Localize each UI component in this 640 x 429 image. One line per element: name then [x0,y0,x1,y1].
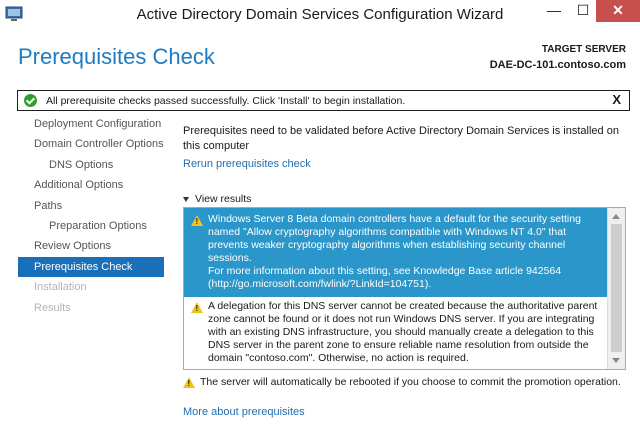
results-scrollbar[interactable] [607,208,625,369]
scroll-up-icon[interactable] [612,214,620,219]
reboot-warning-text: The server will automatically be reboote… [200,376,621,388]
intro-text: Prerequisites need to be validated befor… [183,125,619,152]
expand-arrow-icon [183,196,189,202]
results-list: Windows Server 8 Beta domain controllers… [183,207,626,370]
result-item[interactable]: Windows Server 8 Beta domain controllers… [184,208,607,297]
result-item[interactable]: A delegation for this DNS server cannot … [184,298,607,369]
target-server-label: TARGET SERVER [541,44,626,55]
nav-installation: Installation [34,281,87,294]
wizard-nav: Deployment Configuration Domain Controll… [18,114,164,318]
banner-close-button[interactable]: X [612,92,621,107]
scroll-thumb[interactable] [611,224,622,352]
nav-paths[interactable]: Paths [18,196,164,216]
warning-icon [191,215,203,226]
nav-additional-options[interactable]: Additional Options [18,175,164,195]
result-text: Windows Server 8 Beta domain controllers… [208,213,581,264]
nav-results: Results [34,301,71,314]
close-button[interactable]: ✕ [596,0,640,22]
nav-preparation-options[interactable]: Preparation Options [18,216,164,236]
status-banner: All prerequisite checks passed successfu… [17,90,630,111]
more-about-prerequisites-link[interactable]: More about prerequisites [183,406,305,418]
minimize-button[interactable]: — [540,0,568,22]
result-text-more-info: For more information about this setting,… [208,265,562,290]
maximize-button[interactable]: ☐ [570,0,596,22]
view-results-toggle[interactable]: View results [183,193,251,205]
warning-icon [191,302,203,313]
nav-domain-controller-options[interactable]: Domain Controller Options [18,134,164,154]
nav-deployment-configuration[interactable]: Deployment Configuration [18,114,164,134]
nav-dns-options[interactable]: DNS Options [18,155,164,175]
banner-message: All prerequisite checks passed successfu… [46,95,406,107]
view-results-label: View results [195,193,252,205]
scroll-down-icon[interactable] [612,358,620,363]
nav-prerequisites-check[interactable]: Prerequisites Check [18,256,164,278]
warning-icon [183,377,195,388]
title-bar: Active Directory Domain Services Configu… [0,0,640,29]
page-title: Prerequisites Check [18,44,215,69]
nav-review-options[interactable]: Review Options [18,236,164,256]
check-circle-icon [24,94,37,107]
intro-block: Prerequisites need to be validated befor… [183,124,623,154]
target-server-value: DAE-DC-101.contoso.com [489,59,626,71]
rerun-prerequisites-link[interactable]: Rerun prerequisites check [183,158,311,170]
result-text: A delegation for this DNS server cannot … [208,300,598,364]
